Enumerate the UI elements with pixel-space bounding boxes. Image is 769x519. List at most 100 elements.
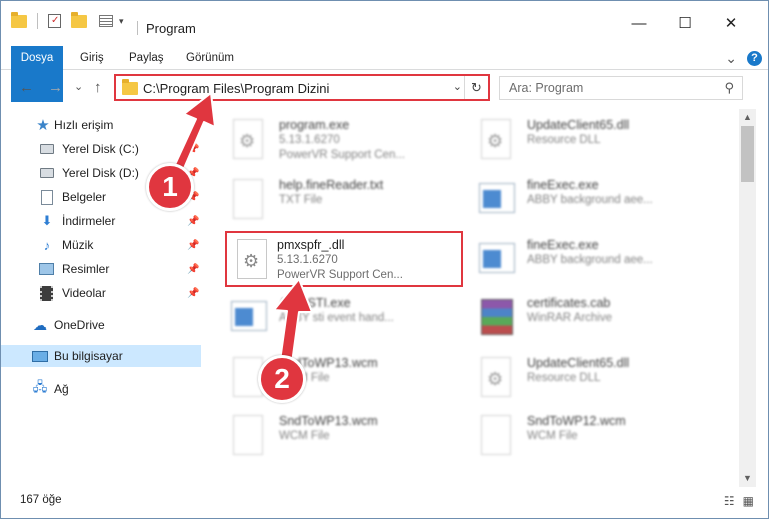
file-item[interactable]: ⚙ program.exe 5.13.1.6270 PowerVR Suppor… (209, 113, 447, 169)
file-item[interactable]: help.fineReader.txt TXT File (209, 173, 447, 229)
close-button[interactable]: ✕ (708, 9, 754, 37)
sidebar-item-label: Ağ (54, 382, 69, 396)
file-type: Resource DLL (527, 372, 601, 384)
sidebar-item-this-pc[interactable]: Bu bilgisayar (1, 345, 201, 367)
file-item[interactable]: AbbySTI.exe ABBY sti event hand... (209, 291, 447, 347)
large-icons-view-icon[interactable]: ▦ (743, 494, 754, 508)
properties-icon[interactable]: ✓ (48, 14, 61, 28)
app-window-icon (477, 177, 515, 225)
file-type: WCM File (527, 430, 578, 442)
sidebar-item-label: Hızlı erişim (54, 118, 114, 132)
search-box[interactable]: Ara: Program ⚲ (499, 76, 743, 100)
sidebar-item-label: Videolar (62, 286, 106, 300)
drive-icon (40, 144, 54, 154)
file-type: WCM File (279, 430, 330, 442)
sidebar-item-label: Yerel Disk (D:) (62, 166, 139, 180)
help-icon[interactable]: ? (747, 51, 762, 66)
up-arrow-icon[interactable]: ↑ (94, 79, 102, 96)
file-item[interactable]: SndToWP12.wcm WCM File (457, 409, 695, 465)
file-type: Resource DLL (527, 134, 601, 146)
customize-toolbar-icon[interactable] (99, 15, 113, 27)
toolbar-divider (37, 13, 38, 29)
address-dropdown-icon[interactable]: ⌄ (453, 80, 462, 93)
file-item[interactable]: ⚙ UpdateClient65.dll Resource DLL (457, 113, 695, 169)
scroll-thumb[interactable] (741, 126, 754, 182)
folder-icon (11, 11, 27, 28)
pin-icon[interactable]: 📌 (187, 240, 199, 251)
refresh-icon[interactable]: ↻ (464, 76, 488, 99)
text-file-icon (229, 177, 267, 225)
sidebar-item-onedrive[interactable]: ☁ OneDrive (1, 314, 201, 336)
tab-view[interactable]: Görünüm (186, 46, 234, 70)
expand-ribbon-icon[interactable]: ⌄ (725, 50, 737, 67)
app-window-icon (229, 295, 267, 343)
file-description: ABBY background aee... (527, 194, 653, 206)
vertical-scrollbar[interactable]: ▲ ▼ (739, 109, 756, 487)
download-icon: ⬇ (41, 213, 53, 228)
sidebar-item-quick-access[interactable]: ★ Hızlı erişim (1, 114, 201, 136)
step-callout-1: 1 (146, 163, 194, 211)
scroll-up-icon[interactable]: ▲ (739, 109, 756, 126)
pictures-icon (39, 263, 54, 275)
onedrive-icon: ☁ (33, 316, 47, 333)
item-count: 167 öğe (20, 494, 62, 506)
scroll-down-icon[interactable]: ▼ (739, 470, 756, 487)
file-item[interactable]: fineExec.exe ABBY background aee... (457, 173, 695, 229)
file-name: pmxspfr_.dll (277, 238, 345, 252)
file-list: ⚙ program.exe 5.13.1.6270 PowerVR Suppor… (205, 109, 738, 487)
pin-icon[interactable]: 📌 (187, 264, 199, 275)
title-bar: ✓ ▾ Program — ☐ ✕ (1, 1, 768, 41)
pin-icon[interactable]: 📌 (187, 288, 199, 299)
minimize-button[interactable]: — (616, 9, 662, 37)
file-name: AbbySTI.exe (279, 296, 351, 310)
sidebar-item-label: Resimler (62, 262, 110, 276)
sidebar-item-pictures[interactable]: Resimler 📌 (1, 258, 201, 280)
blank-file-icon (477, 413, 515, 461)
tab-share[interactable]: Paylaş (129, 46, 164, 70)
sidebar-item-label: Bu bilgisayar (54, 349, 123, 363)
maximize-button[interactable]: ☐ (662, 9, 708, 37)
file-name: SndToWP12.wcm (527, 414, 626, 428)
file-item[interactable]: SndToWP13.wcm WCM File (209, 351, 447, 407)
file-type: TXT File (279, 194, 323, 206)
pin-icon[interactable]: 📌 (187, 144, 199, 155)
sidebar-item-label: OneDrive (54, 318, 105, 332)
back-arrow-icon[interactable]: ← (19, 79, 34, 96)
sidebar-item-music[interactable]: ♪ Müzik 📌 (1, 234, 201, 256)
ribbon-tabs: Dosya Giriş Paylaş Görünüm ⌄ ? (1, 46, 768, 102)
file-name: help.fineReader.txt (279, 178, 384, 192)
sidebar-item-local-disk-c[interactable]: Yerel Disk (C:) 📌 (1, 138, 201, 160)
pin-icon[interactable]: 📌 (187, 216, 199, 227)
file-item[interactable]: ⚙ UpdateClient65.dll Resource DLL (457, 351, 695, 407)
search-input[interactable]: Ara: Program (509, 81, 583, 95)
search-icon[interactable]: ⚲ (724, 80, 734, 96)
forward-arrow-icon[interactable]: → (48, 79, 63, 96)
address-path[interactable]: C:\Program Files\Program Dizini (143, 81, 329, 96)
quick-access-toolbar: ✓ ▾ (11, 11, 124, 29)
file-name: fineExec.exe (527, 178, 599, 192)
pc-icon (32, 350, 48, 362)
star-icon: ★ (36, 117, 50, 134)
file-name: certificates.cab (527, 296, 611, 310)
toolbar-dropdown-icon[interactable]: ▾ (119, 16, 124, 27)
navigation-bar: ← → ⌄ ↑ C:\Program Files\Program Dizini … (1, 74, 768, 102)
sidebar-item-videos[interactable]: Videolar 📌 (1, 282, 201, 304)
file-item[interactable]: fineExec.exe ABBY background aee... (457, 233, 695, 289)
sidebar-item-label: Belgeler (62, 190, 107, 204)
recent-locations-icon[interactable]: ⌄ (74, 80, 83, 93)
file-type: WinRAR Archive (527, 312, 612, 324)
new-folder-icon[interactable] (71, 11, 87, 28)
sidebar-item-network[interactable]: 🖧 Ağ (1, 378, 201, 400)
dll-gear-icon: ⚙ (477, 355, 515, 403)
app-icon: ⚙ (229, 117, 267, 165)
file-description: ABBY background aee... (527, 254, 653, 266)
sidebar-item-downloads[interactable]: ⬇ İndirmeler 📌 (1, 210, 201, 232)
address-bar[interactable]: C:\Program Files\Program Dizini ⌄ ↻ (114, 74, 490, 101)
file-name: SndToWP13.wcm (279, 414, 378, 428)
details-view-icon[interactable]: ☷ (724, 494, 735, 508)
target-file-item[interactable]: ⚙ pmxspfr_.dll 5.13.1.6270 PowerVR Suppo… (225, 231, 463, 287)
tab-home[interactable]: Giriş (80, 46, 104, 70)
file-name: program.exe (279, 118, 350, 132)
file-item[interactable]: certificates.cab WinRAR Archive (457, 291, 695, 347)
file-item[interactable]: SndToWP13.wcm WCM File (209, 409, 447, 465)
